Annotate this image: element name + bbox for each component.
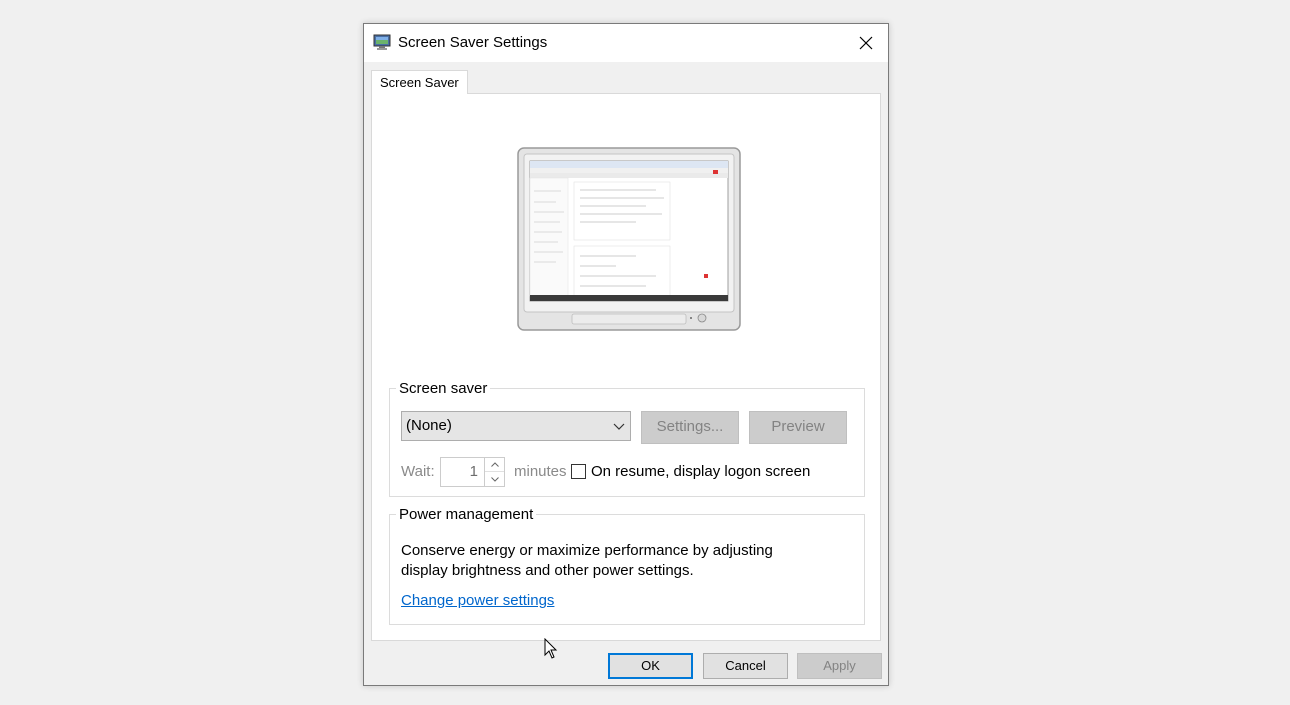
title-bar: Screen Saver Settings xyxy=(364,24,888,62)
chevron-down-icon xyxy=(613,423,625,430)
screen-saver-dropdown[interactable]: (None) xyxy=(401,411,631,441)
wait-minutes-input[interactable]: 1 xyxy=(440,457,485,487)
ok-button[interactable]: OK xyxy=(608,653,693,679)
screen-saver-tab-panel: Screen saver (None) Settings... Preview … xyxy=(371,93,881,641)
screen-saver-group: Screen saver (None) Settings... Preview … xyxy=(389,380,865,497)
settings-button[interactable]: Settings... xyxy=(641,411,739,444)
cancel-button[interactable]: Cancel xyxy=(703,653,788,679)
power-management-legend: Power management xyxy=(399,506,534,523)
tab-screen-saver[interactable]: Screen Saver xyxy=(371,70,468,94)
logon-screen-checkbox-label[interactable]: On resume, display logon screen xyxy=(591,463,810,480)
mouse-pointer-icon xyxy=(544,638,558,659)
spin-up-button[interactable] xyxy=(485,458,504,472)
screen-saver-monitor-icon xyxy=(373,34,391,50)
chevron-up-icon xyxy=(490,462,499,467)
power-management-group: Power management Conserve energy or maxi… xyxy=(389,506,865,625)
window-title: Screen Saver Settings xyxy=(398,34,548,51)
spin-down-button[interactable] xyxy=(485,472,504,486)
change-power-settings-link[interactable]: Change power settings xyxy=(401,592,554,609)
screen-saver-selected-value: (None) xyxy=(406,417,452,434)
screen-saver-legend: Screen saver xyxy=(399,380,488,397)
close-icon xyxy=(859,36,873,50)
chevron-down-icon xyxy=(490,476,499,482)
monitor-preview-image xyxy=(517,147,741,331)
wait-label: Wait: xyxy=(401,463,435,480)
apply-button[interactable]: Apply xyxy=(797,653,882,679)
screen-saver-settings-dialog: Screen Saver Settings Screen Saver Scree… xyxy=(363,23,889,686)
minutes-label: minutes xyxy=(514,463,567,480)
preview-button[interactable]: Preview xyxy=(749,411,847,444)
logon-screen-checkbox[interactable] xyxy=(571,464,586,479)
power-management-description: Conserve energy or maximize performance … xyxy=(401,542,773,579)
wait-minutes-spinner xyxy=(485,457,505,487)
close-button[interactable] xyxy=(844,24,888,62)
